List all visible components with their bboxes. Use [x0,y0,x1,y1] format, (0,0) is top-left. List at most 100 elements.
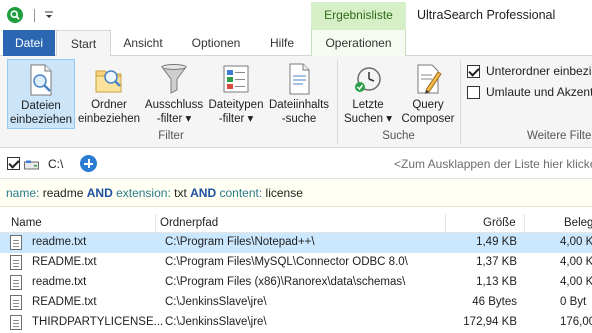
dateien-einbeziehen-button[interactable]: Dateien einbeziehen [7,59,75,129]
quick-access-separator [34,9,35,22]
search-query-input[interactable]: name: readme AND extension: txt AND cont… [0,180,592,207]
letzte-suchen-line1: Letzte [352,99,384,111]
letzte-suchen-line2: Suchen ▾ [344,113,392,125]
row-name: readme.txt [32,276,87,288]
column-divider[interactable] [155,214,156,233]
column-header-belegt[interactable]: Beleg [564,217,592,229]
row-path: C:\JenkinsSlave\jre\ [165,316,267,328]
letzte-suchen-button[interactable]: Letzte Suchen ▾ [342,59,394,129]
query-composer-icon [412,62,444,96]
tab-datei[interactable]: Datei [3,30,55,56]
text-file-icon [10,255,22,270]
row-alloc: 0 Byt [560,296,587,308]
result-list: readme.txt C:\Program Files\Notepad++\ 1… [0,233,592,333]
expand-list-hint[interactable]: <Zum Ausklappen der Liste hier klicke [394,157,592,171]
path-checkbox[interactable] [7,157,20,170]
umlaute-label: Umlaute und Akzente [486,85,592,99]
column-divider[interactable] [524,214,525,233]
dateien-einbeziehen-line1: Dateien [21,100,61,112]
row-alloc: 4,00 K [560,236,592,248]
group-label-filter: Filter [158,130,184,142]
funnel-icon [158,62,190,96]
umlaute-checkbox[interactable] [467,86,480,99]
query-operator: AND [190,186,217,200]
row-size: 46 Bytes [472,296,517,308]
row-alloc: 4,00 K [560,256,592,268]
unterordner-label: Unterordner einbezi [486,64,592,78]
dateitypenfilter-line1: Dateitypen [208,99,264,111]
group-label-weitere-filter: Weitere Filte [527,130,592,142]
text-file-icon [10,235,22,250]
result-list-header: Name Ordnerpfad Größe Beleg [0,214,592,233]
app-logo-icon[interactable] [7,7,23,23]
dateiinhaltssuche-line1: Dateiinhalts [268,99,330,111]
row-path: C:\JenkinsSlave\jre\ [165,296,267,308]
window-title: UltraSearch Professional [417,8,556,22]
unterordner-checkbox[interactable] [467,65,480,78]
document-search-icon [25,63,57,97]
drive-icon [24,159,39,170]
ausschlussfilter-line2: -filter ▾ [156,113,192,125]
row-size: 1,49 KB [476,236,517,248]
query-key-content: content: [219,186,263,200]
ordner-einbeziehen-line1: Ordner [91,99,127,111]
ribbon-tab-row: Datei Start Ansicht Optionen Hilfe Opera… [0,30,592,57]
query-value-content: license [265,186,303,200]
dateitypenfilter-line2: -filter ▾ [218,113,254,125]
text-file-icon [10,315,22,330]
tab-start[interactable]: Start [56,30,111,57]
row-name: README.txt [32,256,97,268]
ausschlussfilter-button[interactable]: Ausschluss -filter ▾ [143,59,205,129]
quick-access-dropdown-icon[interactable] [44,8,54,22]
folder-search-icon [93,62,125,96]
column-header-ordnerpfad[interactable]: Ordnerpfad [160,217,218,229]
query-composer-button[interactable]: Query Composer [399,59,457,129]
dateiinhaltssuche-button[interactable]: Dateiinhalts -suche [267,59,331,129]
file-content-icon [283,62,315,96]
query-key-extension: extension: [116,186,171,200]
query-key-name: name: [6,186,40,200]
row-path: C:\Program Files\MySQL\Connector ODBC 8.… [165,256,408,268]
group-label-suche: Suche [382,130,415,142]
row-path: C:\Program Files\Notepad++\ [165,236,315,248]
dateien-einbeziehen-line2: einbeziehen [9,114,73,126]
column-header-name[interactable]: Name [11,217,42,229]
ordner-einbeziehen-line2: einbeziehen [77,113,141,125]
table-row[interactable]: readme.txt C:\Program Files (x86)\Ranore… [0,273,592,293]
table-row[interactable]: README.txt C:\JenkinsSlave\jre\ 46 Bytes… [0,293,592,313]
add-location-icon[interactable] [80,155,97,172]
search-query-text: name: readme AND extension: txt AND cont… [6,186,303,200]
query-value-extension: txt [174,186,187,200]
path-bar: C:\ <Zum Ausklappen der Liste hier klick… [0,149,592,179]
text-file-icon [10,295,22,310]
clock-icon [352,62,384,96]
ausschlussfilter-line1: Ausschluss [144,99,204,111]
title-bar: Ergebnisliste UltraSearch Professional [0,0,592,30]
dateitypenfilter-button[interactable]: Dateitypen -filter ▾ [206,59,266,129]
tab-hilfe[interactable]: Hilfe [260,30,304,56]
group-separator [337,60,338,144]
query-operator: AND [86,186,113,200]
row-size: 1,37 KB [476,256,517,268]
column-divider[interactable] [445,214,446,233]
query-composer-line1: Query [412,99,444,111]
text-file-icon [10,275,22,290]
row-alloc: 4,00 K [560,276,592,288]
table-row[interactable]: README.txt C:\Program Files\MySQL\Connec… [0,253,592,273]
path-label[interactable]: C:\ [48,157,63,171]
ordner-einbeziehen-button[interactable]: Ordner einbeziehen [77,59,141,129]
file-types-icon [220,62,252,96]
row-name: README.txt [32,296,97,308]
table-row[interactable]: readme.txt C:\Program Files\Notepad++\ 1… [0,233,592,253]
row-alloc: 176,00 K [560,316,592,328]
row-name: readme.txt [32,236,87,248]
tab-ansicht[interactable]: Ansicht [113,30,173,56]
group-separator [460,60,461,144]
column-header-groesse[interactable]: Größe [483,217,516,229]
context-tab-header-ergebnisliste: Ergebnisliste [311,2,406,30]
row-path: C:\Program Files (x86)\Ranorex\data\sche… [165,276,406,288]
table-row[interactable]: THIRDPARTYLICENSE... C:\JenkinsSlave\jre… [0,313,592,333]
tab-optionen[interactable]: Optionen [178,30,254,56]
tab-operationen[interactable]: Operationen [311,30,406,56]
row-size: 172,94 KB [463,316,517,328]
